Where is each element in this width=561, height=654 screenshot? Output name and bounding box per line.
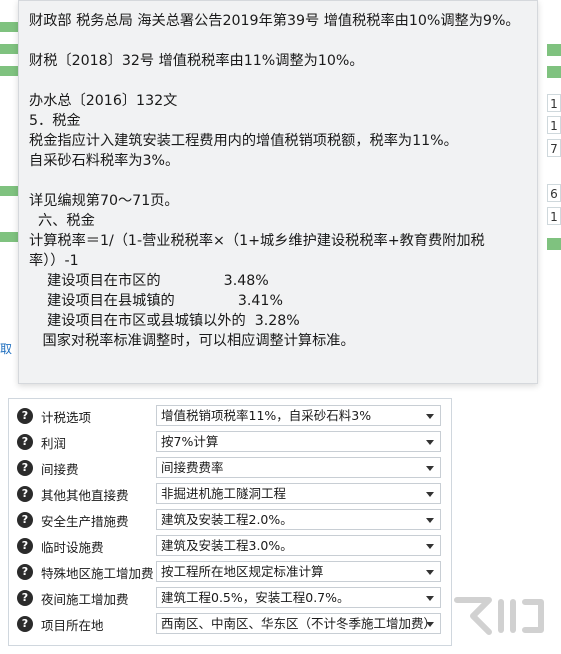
setting-label: 计税选项 [41, 410, 92, 425]
select-value: 间接费费率 [161, 460, 224, 475]
tooltip-line: 财政部 税务总局 海关总署公告2019年第39号 增值税税率由10%调整为9%。 [29, 13, 520, 29]
tooltip-line: 办水总〔2016〕132文 [29, 93, 178, 109]
project-location-select[interactable]: 西南区、中南区、华东区（不计冬季施工增加费） [156, 613, 441, 634]
select-value: 增值税销项税率11%，自采砂石料3% [161, 408, 372, 423]
tooltip-line: 建设项目在市区的 3.48% [29, 273, 269, 289]
bg-number-cell[interactable]: 1 [547, 116, 561, 134]
setting-label: 项目所在地 [41, 618, 104, 633]
setting-row-tax-option: ? 计税选项 增值税销项税率11%，自采砂石料3% [9, 403, 453, 429]
question-circle-icon[interactable]: ? [17, 486, 33, 502]
setting-label: 其他其他直接费 [41, 488, 129, 503]
tooltip-line: 建设项目在市区或县城镇以外的 3.28% [29, 313, 300, 329]
tooltip-line: 税金指应计入建筑安装工程费用内的增值税销项税额，税率为11%。 [29, 133, 458, 149]
tooltip-line: 详见编规第70～71页。 [29, 193, 179, 209]
cancel-link[interactable]: 取 [0, 340, 12, 357]
setting-row-indirect-fee: ? 间接费 间接费费率 [9, 455, 453, 481]
question-circle-icon[interactable]: ? [17, 512, 33, 528]
bg-number-cell[interactable]: 1 [547, 207, 561, 225]
setting-label: 安全生产措施费 [41, 514, 129, 529]
tooltip-line: 建设项目在县城镇的 3.41% [29, 293, 283, 309]
chevron-down-icon[interactable] [426, 596, 434, 601]
setting-row-special-area-fee: ? 特殊地区施工增加费 按工程所在地区规定标准计算 [9, 559, 453, 585]
setting-label: 特殊地区施工增加费 [41, 566, 154, 581]
chevron-down-icon[interactable] [426, 466, 434, 471]
bg-right-green [547, 44, 561, 56]
tooltip-line: 5．税金 [29, 113, 81, 129]
indirect-fee-select[interactable]: 间接费费率 [156, 457, 441, 478]
chevron-down-icon[interactable] [426, 570, 434, 575]
bg-green-strip [0, 186, 18, 196]
setting-row-night-work-fee: ? 夜间施工增加费 建筑工程0.5%，安装工程0.7%。 [9, 585, 453, 611]
setting-row-other-direct-fee: ? 其他其他直接费 非掘进机施工隧洞工程 [9, 481, 453, 507]
chevron-down-icon[interactable] [426, 414, 434, 419]
select-value: 按工程所在地区规定标准计算 [161, 564, 324, 579]
select-value: 建筑工程0.5%，安装工程0.7%。 [161, 590, 350, 605]
bg-green-strip [0, 232, 18, 242]
select-value: 非掘进机施工隧洞工程 [161, 486, 287, 501]
fee-settings-panel: ? 计税选项 增值税销项税率11%，自采砂石料3% ? 利润 按7%计算 ? 间… [8, 398, 452, 646]
tax-rate-tooltip: 财政部 税务总局 海关总署公告2019年第39号 增值税税率由10%调整为9%。… [18, 0, 538, 384]
question-circle-icon[interactable]: ? [17, 590, 33, 606]
chevron-down-icon[interactable] [426, 622, 434, 627]
select-value: 按7%计算 [161, 434, 219, 449]
bg-right-green [547, 66, 561, 78]
bg-green-strip [0, 66, 18, 76]
chevron-down-icon[interactable] [426, 492, 434, 497]
bg-green-strip [0, 44, 18, 54]
temporary-facility-fee-select[interactable]: 建筑及安装工程3.0%。 [156, 535, 441, 556]
tax-option-select[interactable]: 增值税销项税率11%，自采砂石料3% [156, 405, 441, 426]
chevron-down-icon[interactable] [426, 544, 434, 549]
setting-label: 间接费 [41, 462, 79, 477]
chevron-down-icon[interactable] [426, 518, 434, 523]
setting-label: 临时设施费 [41, 540, 104, 555]
night-work-fee-select[interactable]: 建筑工程0.5%，安装工程0.7%。 [156, 587, 441, 608]
setting-row-project-location: ? 项目所在地 西南区、中南区、华东区（不计冬季施工增加费） [9, 611, 453, 637]
question-circle-icon[interactable]: ? [17, 616, 33, 632]
select-value: 建筑及安装工程2.0%。 [161, 512, 293, 527]
profit-select[interactable]: 按7%计算 [156, 431, 441, 452]
bg-right-green [547, 238, 561, 250]
tooltip-line: 财税〔2018〕32号 增值税税率由11%调整为10%。 [29, 53, 364, 69]
chevron-down-icon[interactable] [426, 440, 434, 445]
setting-label: 利润 [41, 436, 67, 451]
setting-row-safety-fee: ? 安全生产措施费 建筑及安装工程2.0%。 [9, 507, 453, 533]
setting-label: 夜间施工增加费 [41, 592, 129, 607]
setting-row-temporary-facility-fee: ? 临时设施费 建筑及安装工程3.0%。 [9, 533, 453, 559]
tooltip-line: 国家对税率标准调整时，可以相应调整计算标准。 [29, 333, 355, 349]
setting-row-profit: ? 利润 按7%计算 [9, 429, 453, 455]
question-circle-icon[interactable]: ? [17, 408, 33, 424]
question-circle-icon[interactable]: ? [17, 538, 33, 554]
bg-number-cell[interactable]: 6 [547, 184, 561, 202]
question-circle-icon[interactable]: ? [17, 564, 33, 580]
safety-fee-select[interactable]: 建筑及安装工程2.0%。 [156, 509, 441, 530]
select-value: 建筑及安装工程3.0%。 [161, 538, 293, 553]
tooltip-line: 计算税率＝1/（1-营业税税率×（1+城乡维护建设税税率+教育费附加税率））-1 [29, 233, 485, 269]
tooltip-line: 自采砂石料税率为3%。 [29, 153, 180, 169]
other-direct-fee-select[interactable]: 非掘进机施工隧洞工程 [156, 483, 441, 504]
question-circle-icon[interactable]: ? [17, 434, 33, 450]
special-area-fee-select[interactable]: 按工程所在地区规定标准计算 [156, 561, 441, 582]
watermark-logo [454, 597, 544, 635]
bg-green-strip [0, 22, 18, 32]
bg-number-cell[interactable]: 7 [547, 139, 561, 157]
tooltip-line: 六、税金 [29, 213, 95, 229]
select-value: 西南区、中南区、华东区（不计冬季施工增加费） [161, 616, 437, 631]
bg-number-cell[interactable]: 1 [547, 94, 561, 112]
question-circle-icon[interactable]: ? [17, 460, 33, 476]
